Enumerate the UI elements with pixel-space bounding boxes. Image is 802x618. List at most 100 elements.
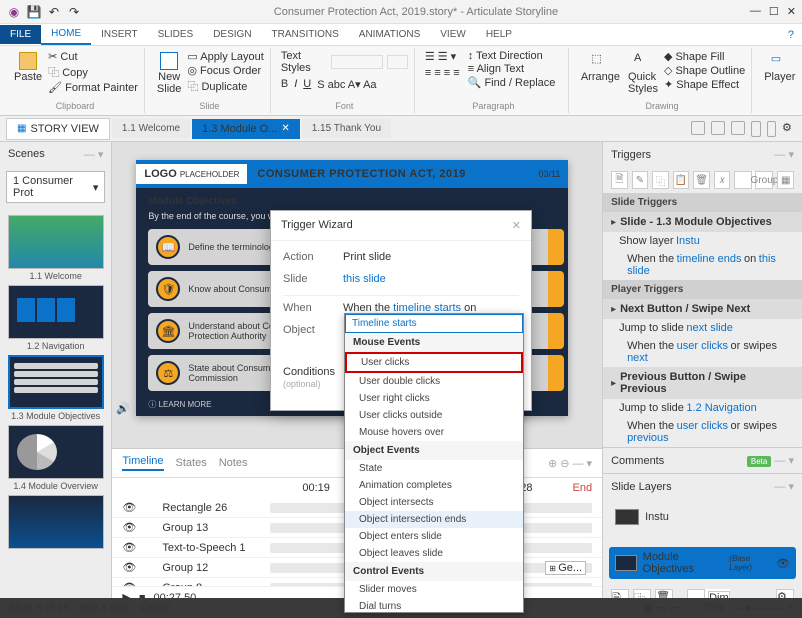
dropdown-item[interactable]: User right clicks	[345, 390, 523, 407]
dropdown-item[interactable]: User clicks outside	[345, 407, 523, 424]
trigger-item[interactable]: When the user clicks or swipes previous	[603, 417, 802, 447]
trigger-item[interactable]: Jump to slide next slide	[603, 319, 802, 337]
next-button-header[interactable]: ▸ Next Button / Swipe Next	[603, 299, 802, 319]
dropdown-item[interactable]: Mouse hovers over	[345, 424, 523, 441]
menu-home[interactable]: HOME	[41, 24, 91, 45]
desktop-icon[interactable]	[691, 121, 705, 135]
save-icon[interactable]: 💾	[26, 4, 42, 20]
manage-button[interactable]: ▦	[777, 171, 794, 189]
thumb-module-objectives[interactable]: 1.3 Module Objectives	[8, 355, 104, 421]
dropdown-selected[interactable]: Timeline starts	[345, 314, 523, 333]
help-icon[interactable]: ?	[788, 29, 794, 41]
duplicate-button[interactable]: ⿻ Duplicate	[187, 78, 263, 94]
paste-button[interactable]: Paste	[12, 50, 44, 85]
triggers-panel: Triggers— ▾ 🗎 ✎ ⿻ 📋 🗑 𝑥 Group ▦ Slide Tr…	[603, 142, 802, 448]
menu-insert[interactable]: INSERT	[91, 25, 148, 44]
cut-button[interactable]: ✂ Cut	[48, 50, 138, 63]
settings-icon[interactable]: ⚙	[782, 121, 796, 135]
find-replace-button[interactable]: 🔍 Find / Replace	[468, 76, 556, 89]
menu-view[interactable]: VIEW	[430, 25, 476, 44]
device-preview-icons[interactable]: ⚙	[691, 121, 796, 137]
layer-base[interactable]: Module Objectives(Base Layer) 👁	[609, 547, 796, 579]
maximize-button[interactable]: ☐	[769, 5, 779, 18]
slide-trigger-header[interactable]: ▸ Slide - 1.3 Module Objectives	[603, 212, 802, 232]
when-dropdown[interactable]: Timeline starts Mouse Events User clicks…	[344, 313, 524, 613]
laptop-icon[interactable]	[711, 121, 725, 135]
menu-file[interactable]: FILE	[0, 25, 41, 44]
thumb-welcome[interactable]: 1.1 Welcome	[8, 215, 104, 281]
variables-button[interactable]: 𝑥	[714, 171, 731, 189]
dropdown-group-mouse: Mouse Events	[345, 333, 523, 352]
copy-trigger-button[interactable]: ⿻	[652, 171, 669, 189]
dropdown-item[interactable]: Object intersection ends	[345, 511, 523, 528]
dropdown-item[interactable]: Object enters slide	[345, 528, 523, 545]
delete-trigger-button[interactable]: 🗑	[693, 171, 710, 189]
tablet-portrait-icon[interactable]	[751, 121, 761, 137]
player-button[interactable]: ▭Player	[762, 50, 797, 85]
slide-layers-panel: Slide Layers— ▾ Instu Module Objectives(…	[603, 474, 802, 608]
scene-selector[interactable]: 1 Consumer Prot▾	[6, 171, 105, 203]
arrange-button[interactable]: ⬚Arrange	[579, 50, 622, 85]
zoom-slider[interactable]: —●——— +	[734, 602, 794, 614]
dropdown-item[interactable]: Object intersects	[345, 494, 523, 511]
dropdown-item[interactable]: State	[345, 460, 523, 477]
layer-instu[interactable]: Instu	[609, 505, 796, 529]
thumb-navigation[interactable]: 1.2 Navigation	[8, 285, 104, 351]
trigger-item[interactable]: When the timeline ends on this slide	[603, 250, 802, 280]
slide-value[interactable]: this slide	[343, 273, 386, 285]
menu-design[interactable]: DESIGN	[203, 25, 261, 44]
minimize-button[interactable]: —	[750, 5, 761, 18]
shape-fill-button[interactable]: ◆ Shape Fill	[664, 50, 745, 63]
shape-outline-button[interactable]: ◇ Shape Outline	[664, 64, 745, 77]
paste-trigger-button[interactable]: 📋	[673, 171, 690, 189]
prev-button-header[interactable]: ▸ Previous Button / Swipe Previous	[603, 367, 802, 399]
tab-timeline[interactable]: Timeline	[122, 455, 163, 471]
edit-trigger-button[interactable]: ✎	[632, 171, 649, 189]
wizard-close-button[interactable]: ✕	[512, 219, 521, 232]
menu-help[interactable]: HELP	[476, 25, 522, 44]
quick-styles-button[interactable]: AQuick Styles	[626, 50, 660, 97]
menu-slides[interactable]: SLIDES	[148, 25, 204, 44]
tab-thank-you[interactable]: 1.15 Thank You	[302, 119, 391, 138]
trigger-item[interactable]: When the user clicks or swipes next	[603, 337, 802, 367]
text-direction-button[interactable]: ↕ Text Direction	[468, 50, 556, 62]
dropdown-item-user-clicks[interactable]: User clicks	[345, 352, 523, 373]
copy-button[interactable]: ⿻ Copy	[48, 64, 138, 80]
action-value[interactable]: Print slide	[343, 251, 391, 263]
slide-triggers-section: Slide Triggers	[603, 193, 802, 212]
format-painter-button[interactable]: 🖌 Format Painter	[48, 81, 138, 94]
dropdown-item[interactable]: User double clicks	[345, 373, 523, 390]
shape-effect-button[interactable]: ✦ Shape Effect	[664, 78, 745, 91]
dropdown-item[interactable]: Dial turns	[345, 598, 523, 613]
add-trigger-button[interactable]: 🗎	[611, 171, 628, 189]
dropdown-item[interactable]: Slider moves	[345, 581, 523, 598]
tab-module-objectives[interactable]: 1.3 Module O... ✕	[192, 119, 300, 139]
align-text-button[interactable]: ≡ Align Text	[468, 63, 556, 75]
tab-states[interactable]: States	[176, 457, 207, 469]
phone-icon[interactable]	[767, 121, 776, 137]
view-icons[interactable]: ▦ ▭ ▭ ▱	[643, 602, 692, 615]
menu-animations[interactable]: ANIMATIONS	[349, 25, 430, 44]
close-button[interactable]: ✕	[787, 5, 796, 18]
tab-notes[interactable]: Notes	[219, 457, 248, 469]
redo-icon[interactable]: ↷	[66, 4, 82, 20]
audio-icon[interactable]: 🔊	[116, 402, 130, 415]
timeline-tools[interactable]: ⊕ ⊖ — ▾	[548, 457, 592, 470]
focus-order-button[interactable]: ◎ Focus Order	[187, 64, 263, 77]
quick-access-toolbar: ◉ 💾 ↶ ↷	[6, 4, 82, 20]
menu-transitions[interactable]: TRANSITIONS	[262, 25, 349, 44]
dropdown-item[interactable]: Animation completes	[345, 477, 523, 494]
tab-welcome[interactable]: 1.1 Welcome	[112, 119, 190, 138]
trigger-item[interactable]: Show layer Instu	[603, 232, 802, 250]
dropdown-item[interactable]: Object leaves slide	[345, 545, 523, 562]
tab-story-view[interactable]: ▦ STORY VIEW	[6, 118, 110, 140]
thumb-module-overview[interactable]: 1.4 Module Overview	[8, 425, 104, 491]
apply-layout-button[interactable]: ▭ Apply Layout	[187, 50, 263, 63]
undo-icon[interactable]: ↶	[46, 4, 62, 20]
thumb-next[interactable]	[8, 495, 104, 549]
new-slide-button[interactable]: New Slide	[155, 50, 183, 97]
visibility-icon[interactable]: 👁	[776, 557, 790, 570]
text-styles-button[interactable]: Text Styles	[281, 50, 327, 74]
tablet-landscape-icon[interactable]	[731, 121, 745, 135]
trigger-item[interactable]: Jump to slide 1.2 Navigation	[603, 399, 802, 417]
